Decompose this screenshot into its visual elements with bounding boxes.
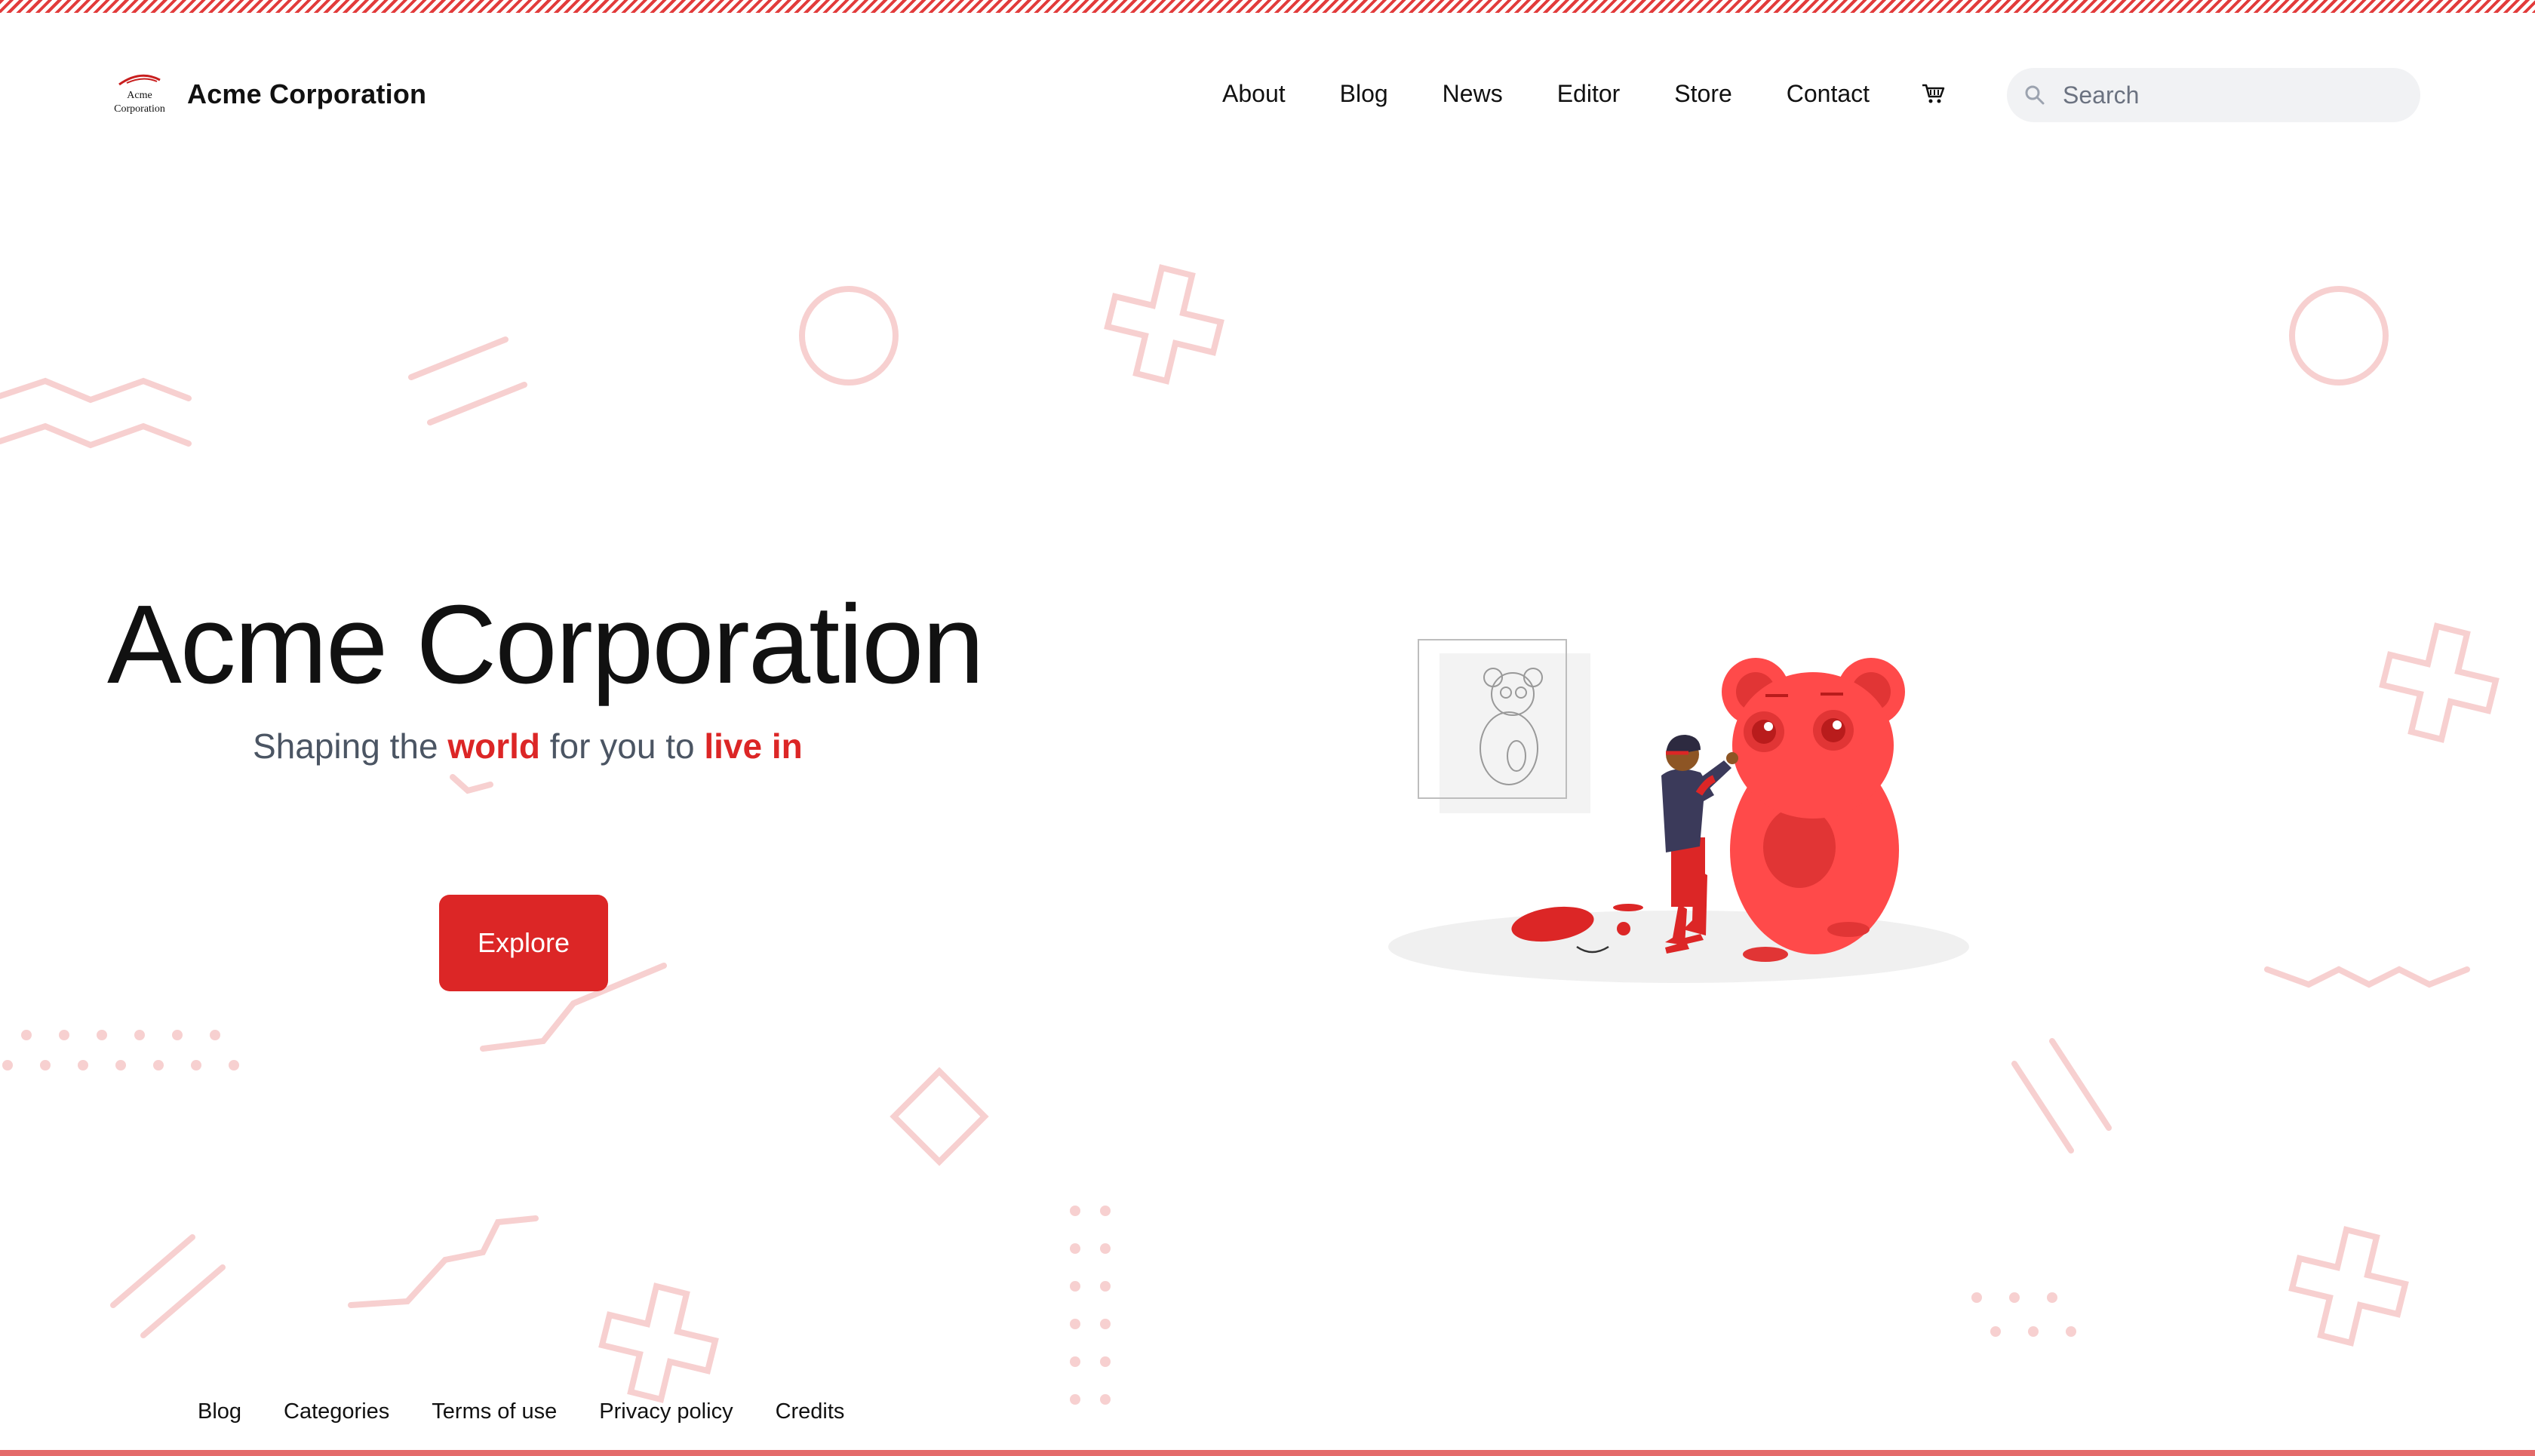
nav-blog[interactable]: Blog [1340,74,1388,113]
nav-about[interactable]: About [1222,74,1286,113]
logo-text: Acme Corporation [110,89,169,116]
main-nav: About Blog News Editor Store Contact [1222,74,1965,113]
cart-icon[interactable] [1918,78,1948,109]
nav-store[interactable]: Store [1674,74,1731,113]
nav-editor[interactable]: Editor [1557,74,1621,113]
footer-links: Blog Categories Terms of use Privacy pol… [198,1399,886,1424]
logo[interactable]: Acme Corporation [110,65,169,124]
hero-subtitle-part2: for you to [540,726,705,766]
hero-title: Acme Corporation [107,582,985,707]
footer-link-blog[interactable]: Blog [198,1399,241,1424]
search-bar[interactable] [2007,68,2420,122]
brand-name[interactable]: Acme Corporation [187,78,426,110]
footer-link-terms-of-use[interactable]: Terms of use [432,1399,557,1424]
hero-subtitle-highlight-world: world [447,726,540,766]
search-icon [2025,85,2045,105]
footer-link-credits[interactable]: Credits [776,1399,845,1424]
explore-button[interactable]: Explore [439,895,608,991]
nav-news[interactable]: News [1443,74,1503,113]
bottom-bar [0,1450,2535,1456]
hero-subtitle-highlight-live-in: live in [704,726,803,766]
search-input[interactable] [2061,80,2396,110]
logo-text-line2: Corporation [114,103,165,115]
brand[interactable]: Acme Corporation Acme Corporation [110,60,426,128]
hero-illustration [1388,639,1969,983]
footer-link-categories[interactable]: Categories [284,1399,389,1424]
footer-link-privacy-policy[interactable]: Privacy policy [599,1399,733,1424]
site-header: Acme Corporation Acme Corporation About … [0,53,2535,136]
top-stripe [0,0,2535,13]
hero-subtitle-part1: Shaping the [253,726,448,766]
hero-subtitle: Shaping the world for you to live in [253,726,803,766]
nav-contact[interactable]: Contact [1787,74,1870,113]
logo-text-line1: Acme [127,90,152,101]
